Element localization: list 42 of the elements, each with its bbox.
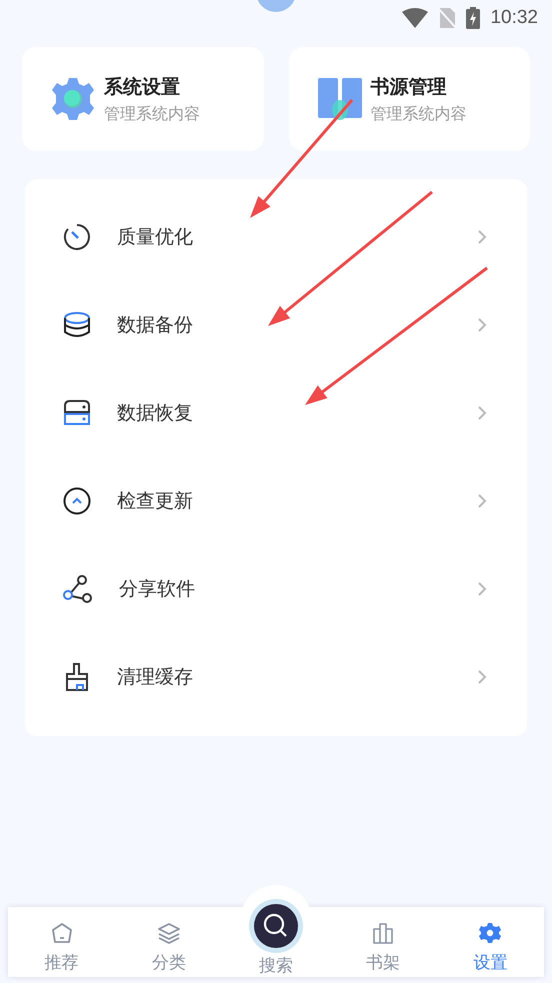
brush-icon <box>63 663 91 691</box>
menu-label: 清理缓存 <box>117 665 194 690</box>
chevron-right-icon <box>477 229 487 245</box>
menu-item[interactable]: 数据备份 <box>25 281 527 369</box>
up-circle-icon <box>63 487 91 515</box>
layers-icon <box>156 922 181 944</box>
chevron-right-icon <box>477 493 487 509</box>
menu-label: 数据备份 <box>117 313 194 338</box>
card-subtitle: 管理系统内容 <box>104 104 200 124</box>
shortcut-card[interactable]: 书源管理 管理系统内容 <box>288 47 530 151</box>
menu-label: 数据恢复 <box>117 401 194 426</box>
settings-icon <box>479 922 502 944</box>
bookshelf-icon <box>372 922 394 944</box>
menu-item[interactable]: 质量优化 <box>25 193 527 281</box>
chevron-right-icon <box>477 405 487 421</box>
chevron-right-icon <box>477 317 487 333</box>
database-icon <box>63 312 91 338</box>
share-icon <box>63 575 93 603</box>
timer-icon <box>63 223 91 251</box>
nav-tab[interactable]: 设置 <box>436 907 544 977</box>
gear-icon <box>50 76 96 122</box>
no-sim-icon <box>438 7 456 29</box>
menu-label: 分享软件 <box>119 577 196 602</box>
chevron-right-icon <box>477 669 487 685</box>
menu-item[interactable]: 清理缓存 <box>25 633 527 721</box>
card-title: 书源管理 <box>370 74 448 100</box>
home-icon <box>50 922 73 944</box>
clock-time: 10:32 <box>490 7 538 29</box>
search-icon <box>248 898 304 954</box>
menu-item[interactable]: 数据恢复 <box>25 369 527 457</box>
menu-item[interactable]: 分享软件 <box>25 545 527 633</box>
battery-icon <box>466 7 480 29</box>
menu-label: 检查更新 <box>117 489 194 514</box>
wifi-icon <box>402 8 428 28</box>
card-title: 系统设置 <box>104 74 181 100</box>
book-icon <box>316 76 362 122</box>
server-icon <box>63 400 91 426</box>
menu-item[interactable]: 检查更新 <box>25 457 527 545</box>
menu-label: 质量优化 <box>117 225 194 250</box>
card-subtitle: 管理系统内容 <box>370 104 466 124</box>
shortcut-card[interactable]: 系统设置 管理系统内容 <box>22 47 264 151</box>
chevron-right-icon <box>477 581 487 597</box>
